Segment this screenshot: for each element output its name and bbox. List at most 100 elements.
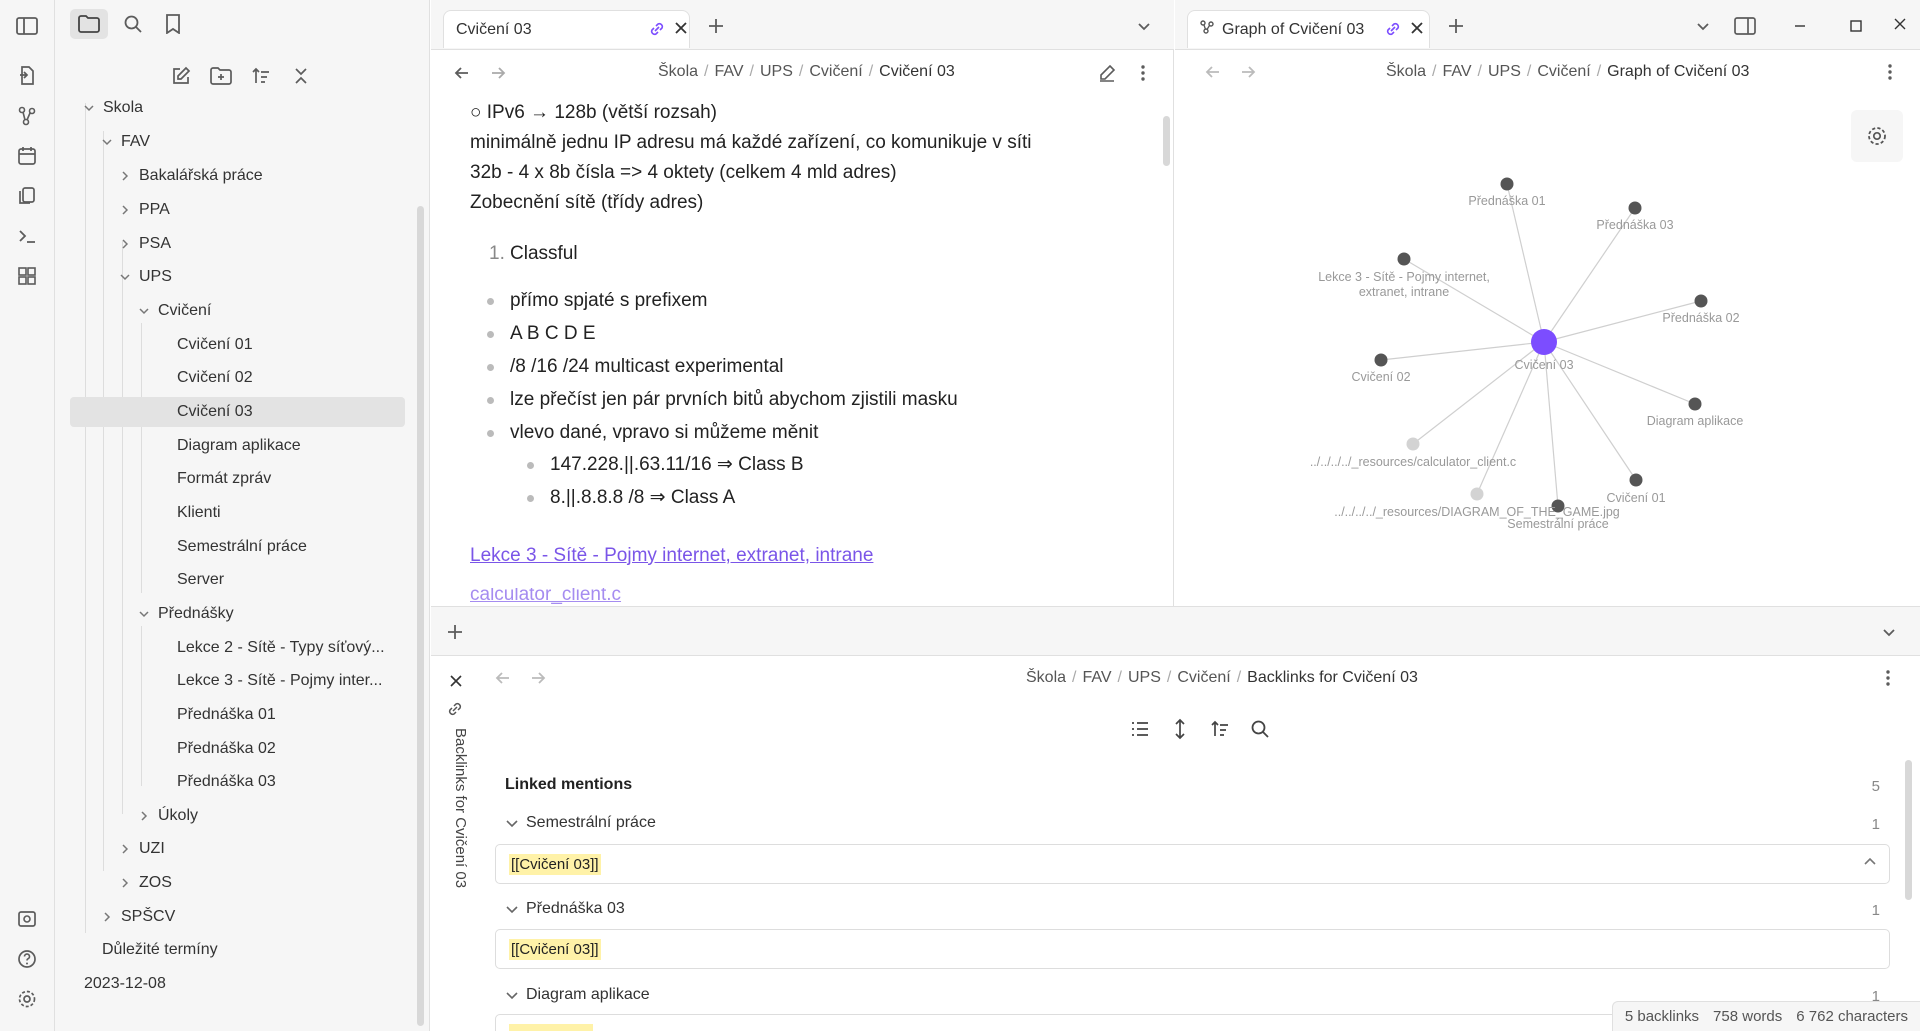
sort-order-icon[interactable] <box>1205 714 1235 744</box>
graph-node[interactable] <box>1694 294 1708 308</box>
vault-switcher-icon[interactable] <box>14 906 40 932</box>
chevron-down-icon[interactable] <box>505 816 519 835</box>
tab-graph[interactable]: Graph of Cvičení 03 <box>1187 10 1430 48</box>
tree-file[interactable]: 2023-12-08 <box>84 969 166 999</box>
tree-folder[interactable]: Přednášky <box>136 599 234 629</box>
internal-link[interactable]: Lekce 3 - Sítě - Pojmy internet, extrane… <box>470 541 873 571</box>
tree-file[interactable]: Přednáška 03 <box>177 767 276 797</box>
tree-folder[interactable]: Skola <box>81 93 143 123</box>
chevron-down-icon[interactable] <box>136 303 152 319</box>
close-window-icon[interactable] <box>1885 9 1915 39</box>
graph-node[interactable] <box>1397 252 1411 266</box>
crumb-current[interactable]: Backlinks for Cvičení 03 <box>1247 669 1418 686</box>
tree-file[interactable]: Cvičení 03 <box>70 397 405 427</box>
settings-gear-icon[interactable] <box>14 986 40 1012</box>
tab-list-chevron-down-icon[interactable] <box>1688 11 1718 41</box>
minimize-window-icon[interactable] <box>1785 11 1815 41</box>
tab-list-chevron-down-icon[interactable] <box>1874 617 1904 647</box>
crumb[interactable]: FAV <box>714 63 743 80</box>
more-options-icon[interactable] <box>1128 58 1158 88</box>
tree-file[interactable]: Diagram aplikace <box>177 431 301 461</box>
crumb[interactable]: Cvičení <box>809 63 862 80</box>
tree-folder[interactable]: ZOS <box>117 868 172 898</box>
sidebar-toggle-icon[interactable] <box>14 13 40 39</box>
tree-folder[interactable]: FAV <box>99 127 150 157</box>
chevron-right-icon[interactable] <box>117 202 133 218</box>
maximize-window-icon[interactable] <box>1841 11 1871 41</box>
chevron-down-icon[interactable] <box>505 902 519 921</box>
tree-folder[interactable]: Bakalářská práce <box>117 161 263 191</box>
tree-folder[interactable]: UPS <box>117 262 172 292</box>
command-palette-icon[interactable] <box>14 223 40 249</box>
editor-scrollbar[interactable] <box>1163 116 1170 166</box>
chevron-right-icon[interactable] <box>117 236 133 252</box>
new-tab-icon[interactable] <box>1441 11 1471 41</box>
collapse-results-list-icon[interactable] <box>1125 714 1155 744</box>
tree-file[interactable]: Cvičení 01 <box>177 330 253 360</box>
new-tab-icon[interactable] <box>440 617 470 647</box>
crumb[interactable]: Škola <box>1026 669 1066 686</box>
new-folder-icon[interactable] <box>206 61 236 91</box>
tab-cviceni-03[interactable]: Cvičení 03 <box>443 10 690 48</box>
chevron-right-icon[interactable] <box>117 875 133 891</box>
vertical-tab-title[interactable]: Backlinks for Cvičení 03 <box>445 728 469 968</box>
graph-node-current[interactable] <box>1531 329 1557 355</box>
tree-file[interactable]: Důležité termíny <box>102 935 218 965</box>
nav-forward-arrow-icon[interactable] <box>483 58 513 88</box>
graph-node[interactable] <box>1628 201 1642 215</box>
tree-file[interactable]: Semestrální práce <box>177 532 307 562</box>
editor-breadcrumb[interactable]: Škola / FAV / UPS / Cvičení / Cvičení 03 <box>658 63 955 81</box>
help-icon[interactable] <box>14 946 40 972</box>
graph-node[interactable] <box>1688 397 1702 411</box>
open-quick-switcher-icon[interactable] <box>14 63 40 89</box>
tree-folder[interactable]: PSA <box>117 229 171 259</box>
right-sidebar-toggle-icon[interactable] <box>1730 11 1760 41</box>
chevron-down-icon[interactable] <box>99 134 115 150</box>
new-tab-icon[interactable] <box>701 11 731 41</box>
tree-folder[interactable]: UZI <box>117 834 165 864</box>
chevron-down-icon[interactable] <box>505 988 519 1007</box>
sort-order-icon[interactable] <box>246 61 276 91</box>
tree-folder[interactable]: Cvičení <box>136 296 211 326</box>
chevron-down-icon[interactable] <box>136 606 152 622</box>
chevron-right-icon[interactable] <box>117 168 133 184</box>
nav-back-arrow-icon[interactable] <box>447 58 477 88</box>
graph-view-icon[interactable] <box>14 103 40 129</box>
graph-node[interactable] <box>1629 473 1643 487</box>
tree-file[interactable]: Lekce 3 - Sítě - Pojmy inter... <box>177 666 382 696</box>
backlinks-scrollbar[interactable] <box>1905 760 1912 900</box>
close-icon[interactable] <box>441 666 471 696</box>
tree-file[interactable]: Přednáška 01 <box>177 700 276 730</box>
tree-file[interactable]: Lekce 2 - Sítě - Typy síťový... <box>177 633 385 663</box>
canvas-icon[interactable] <box>14 263 40 289</box>
edit-pencil-icon[interactable] <box>1092 58 1122 88</box>
templates-icon[interactable] <box>14 183 40 209</box>
tree-file[interactable]: Klienti <box>177 498 221 528</box>
search-icon[interactable] <box>118 9 148 39</box>
chevron-up-icon[interactable] <box>1863 855 1877 874</box>
tree-file[interactable]: Formát zpráv <box>177 464 271 494</box>
bookmark-icon[interactable] <box>158 9 188 39</box>
crumb[interactable]: UPS <box>1128 669 1161 686</box>
linked-mentions-heading[interactable]: Linked mentions <box>505 776 632 794</box>
status-backlinks[interactable]: 5 backlinks <box>1625 1008 1699 1025</box>
backlink-snippet[interactable]: [[Cvičení 03]] <box>495 929 1890 969</box>
chevron-right-icon[interactable] <box>136 808 152 824</box>
graph-node[interactable] <box>1374 353 1388 367</box>
crumb[interactable]: UPS <box>760 63 793 80</box>
nav-back-arrow-icon[interactable] <box>488 663 518 693</box>
tree-file[interactable]: Server <box>177 565 224 595</box>
chevron-right-icon[interactable] <box>117 841 133 857</box>
tree-folder[interactable]: Úkoly <box>136 801 198 831</box>
internal-link-partial[interactable]: calculator_client.c <box>470 588 770 604</box>
tree-folder[interactable]: PPA <box>117 195 170 225</box>
new-note-icon[interactable] <box>166 61 196 91</box>
crumb[interactable]: FAV <box>1082 669 1111 686</box>
sidebar-scrollbar[interactable] <box>417 206 424 1026</box>
more-options-icon[interactable] <box>1873 663 1903 693</box>
backlink-file-title[interactable]: Semestrální práce <box>526 814 656 832</box>
backlinks-breadcrumb[interactable]: Škola / FAV / UPS / Cvičení / Backlinks for Cvič… <box>1026 669 1418 687</box>
graph-node-attachment[interactable] <box>1470 487 1484 501</box>
tree-file[interactable]: Přednáška 02 <box>177 734 276 764</box>
chevron-right-icon[interactable] <box>99 909 115 925</box>
